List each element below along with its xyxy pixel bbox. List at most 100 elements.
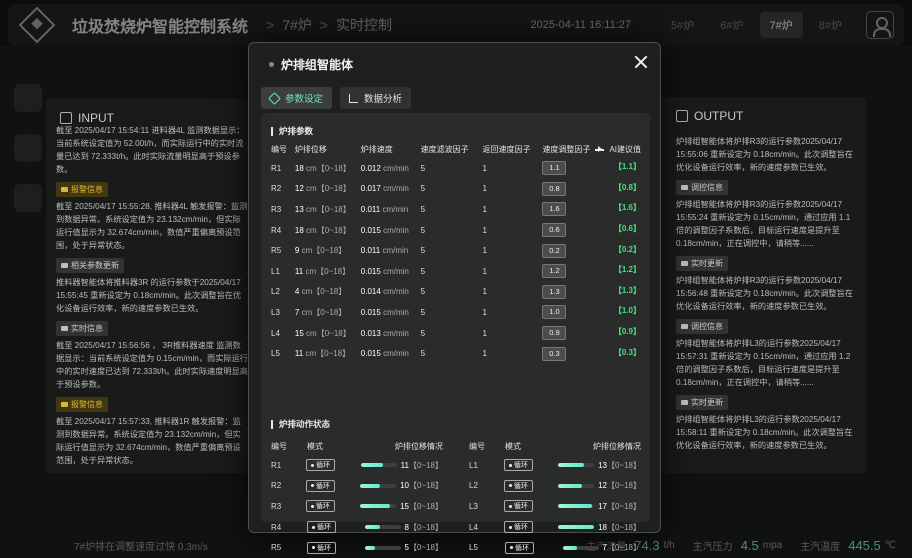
input-feed[interactable]: 截至 2025/04/17 15:54:11 进料器4L 监测数据显示：当前系统… (46, 124, 258, 467)
col-header: 炉排位移情况 (593, 442, 641, 451)
breadcrumb-item[interactable]: 7#炉 (282, 17, 312, 33)
adjust-cell: 0.8 【0.8】 (542, 179, 641, 200)
status-table-left: 编号 模式 炉排位移情况 R1 循环 11 【0~18】 R2 循环 10 【0~18】 R3 循环 15… (271, 438, 443, 558)
grate-position: 7 cm【0~18】 (295, 302, 361, 323)
tab-data-analysis[interactable]: 数据分析 (340, 87, 412, 109)
nav-icon[interactable] (14, 134, 42, 162)
value: 0.011 (360, 246, 381, 256)
message-tag-label: 实时更新 (691, 259, 723, 268)
row-id: L5 (469, 543, 478, 553)
range: 【0~18】 (606, 481, 641, 491)
mode-badge: 循环 (503, 500, 533, 513)
table-row: L1 11 cm【0~18】 0.015 cm/min 5 1 1.2 【1.2】 (271, 261, 641, 282)
message-text: 炉排组智能体将炉排L3的运行参数2025/04/17 15:57:31 重新设定… (676, 339, 851, 387)
steam-pressure-label: 主汽压力 (692, 541, 733, 553)
nav-icon[interactable] (14, 84, 42, 112)
adjust-factor-input[interactable]: 1.6 (542, 202, 567, 217)
alert-text: 7#炉排在调整速度过快 0.3m/s (74, 541, 208, 553)
unit: cm【0~18】 (306, 225, 351, 235)
adjust-factor-input[interactable]: 1.0 (542, 305, 567, 320)
col-header: 编号 (271, 442, 287, 451)
row-id: L2 (469, 481, 478, 491)
close-icon[interactable] (634, 55, 648, 69)
value: 12 (294, 184, 304, 194)
ai-suggestion: 【0.2】 (613, 244, 641, 254)
return-factor: 1 (482, 287, 487, 297)
table-row: L2 4 cm【0~18】 0.014 cm/min 5 1 1.3 【1.3】 (271, 282, 641, 303)
tab-parameter-settings[interactable]: 参数设定 (261, 87, 333, 109)
status-row: L5 循环 7 【0~18】 (469, 537, 641, 558)
position-bar (558, 463, 595, 468)
furnace-tab[interactable]: 6#炉 (710, 12, 753, 38)
row-id: L1 (469, 460, 478, 470)
grate-speed: 0.015 cm/min (361, 343, 421, 364)
message-tag-label: 实时信息 (71, 324, 103, 333)
message-text: 截至 2025/04/17 15:54:11 进料器4L 监测数据显示：当前系统… (56, 126, 245, 174)
adjust-factor-input[interactable]: 1.1 (542, 161, 567, 176)
nav-icon[interactable] (14, 184, 42, 212)
value: 4 (294, 287, 300, 297)
grate-position: 18 cm【0~18】 (295, 220, 361, 241)
range: 【0~18】 (606, 460, 641, 470)
message-text: 炉排组智能体将炉排R3的运行参数2025/04/17 15:55:06 重新设定… (676, 137, 853, 172)
col-header: 返回速度因子 (482, 145, 531, 154)
return-factor: 1 (482, 328, 487, 338)
value: 18 (294, 163, 304, 173)
col-header: 编号 (469, 442, 485, 451)
adjust-factor-input[interactable]: 0.6 (542, 223, 567, 238)
grate-agent-dialog: 炉排组智能体 参数设定 数据分析 炉排参数 编号 炉排位移 炉排速度 速度滤波因… (248, 42, 661, 554)
grate-params-table: 编号 炉排位移 炉排速度 速度滤波因子 返回速度因子 速度调整因子 AI建议值 R… (271, 141, 641, 364)
unit: cm【0~18】 (305, 266, 351, 276)
mode-badge: 循环 (305, 479, 335, 492)
adjust-cell: 1.2 【1.2】 (542, 261, 641, 282)
unit: cm/min (383, 287, 409, 297)
adjust-factor-input[interactable]: 0.8 (542, 181, 567, 196)
message-tag: 报警信息 (56, 182, 108, 197)
position-value: 13 (598, 460, 607, 470)
grate-position: 18 cm【0~18】 (295, 158, 361, 179)
range: 【0~18】 (408, 501, 443, 511)
adjust-factor-input[interactable]: 0.9 (542, 326, 567, 341)
unit: cm/min (383, 225, 409, 235)
table-row: L5 11 cm【0~18】 0.015 cm/min 5 1 0.3 【0.3】 (271, 343, 641, 364)
position-value: 10 (400, 481, 409, 491)
row-id: L3 (469, 501, 478, 511)
position-bar (360, 463, 397, 468)
message-icon (681, 324, 688, 329)
output-feed[interactable]: 炉排组智能体将炉排R3的运行参数2025/04/17 15:55:06 重新设定… (660, 135, 866, 452)
position-bar (364, 545, 401, 550)
col-header: 编号 (271, 145, 287, 154)
row-id: R2 (271, 184, 282, 194)
return-factor: 1 (482, 204, 487, 214)
adjust-cell: 1.3 【1.3】 (542, 282, 641, 303)
filter-factor: 5 (420, 287, 426, 297)
filter-factor: 5 (420, 184, 426, 194)
row-id: L5 (271, 349, 280, 359)
message-tag-label: 报警信息 (71, 400, 103, 409)
unit: cm/min (383, 184, 409, 194)
return-factor: 1 (482, 349, 487, 359)
furnace-tab[interactable]: 8#炉 (809, 12, 852, 38)
col-header: 炉排速度 (360, 145, 393, 154)
furnace-tab[interactable]: 5#炉 (661, 12, 704, 38)
message-text: 截至 2025/04/17 15:55:28, 推料器4L 触发报警：监测到数据… (56, 202, 248, 250)
range: 【0~18】 (606, 522, 641, 532)
unit: cm/min (383, 328, 409, 338)
adjust-factor-input[interactable]: 0.2 (542, 243, 567, 258)
steam-temp-unit: ℃ (884, 539, 896, 551)
furnace-tab[interactable]: 7#炉 (759, 12, 803, 38)
grate-speed: 0.013 cm/min (361, 323, 421, 344)
adjust-factor-input[interactable]: 1.3 (542, 284, 567, 299)
col-header: 速度调整因子 AI建议值 (542, 141, 641, 158)
adjust-factor-input[interactable]: 1.2 (542, 264, 567, 279)
return-factor: 1 (482, 163, 487, 173)
adjust-factor-input[interactable]: 0.3 (542, 346, 567, 361)
mode-badge: 循环 (505, 541, 534, 554)
grate-speed: 0.011 cm/min (361, 199, 421, 220)
adjust-cell: 0.2 【0.2】 (542, 240, 641, 261)
message-text: 炉排组智能体将炉排R3的运行参数2025/04/17 15:56:48 重新设定… (676, 276, 853, 311)
message-text: 截至 2025/04/17 15:57:33, 推料器1R 触发报警：监测到数据… (56, 417, 241, 465)
col-header: 炉排位移 (294, 145, 327, 154)
row-id: R5 (271, 246, 282, 256)
user-icon[interactable] (866, 11, 894, 39)
